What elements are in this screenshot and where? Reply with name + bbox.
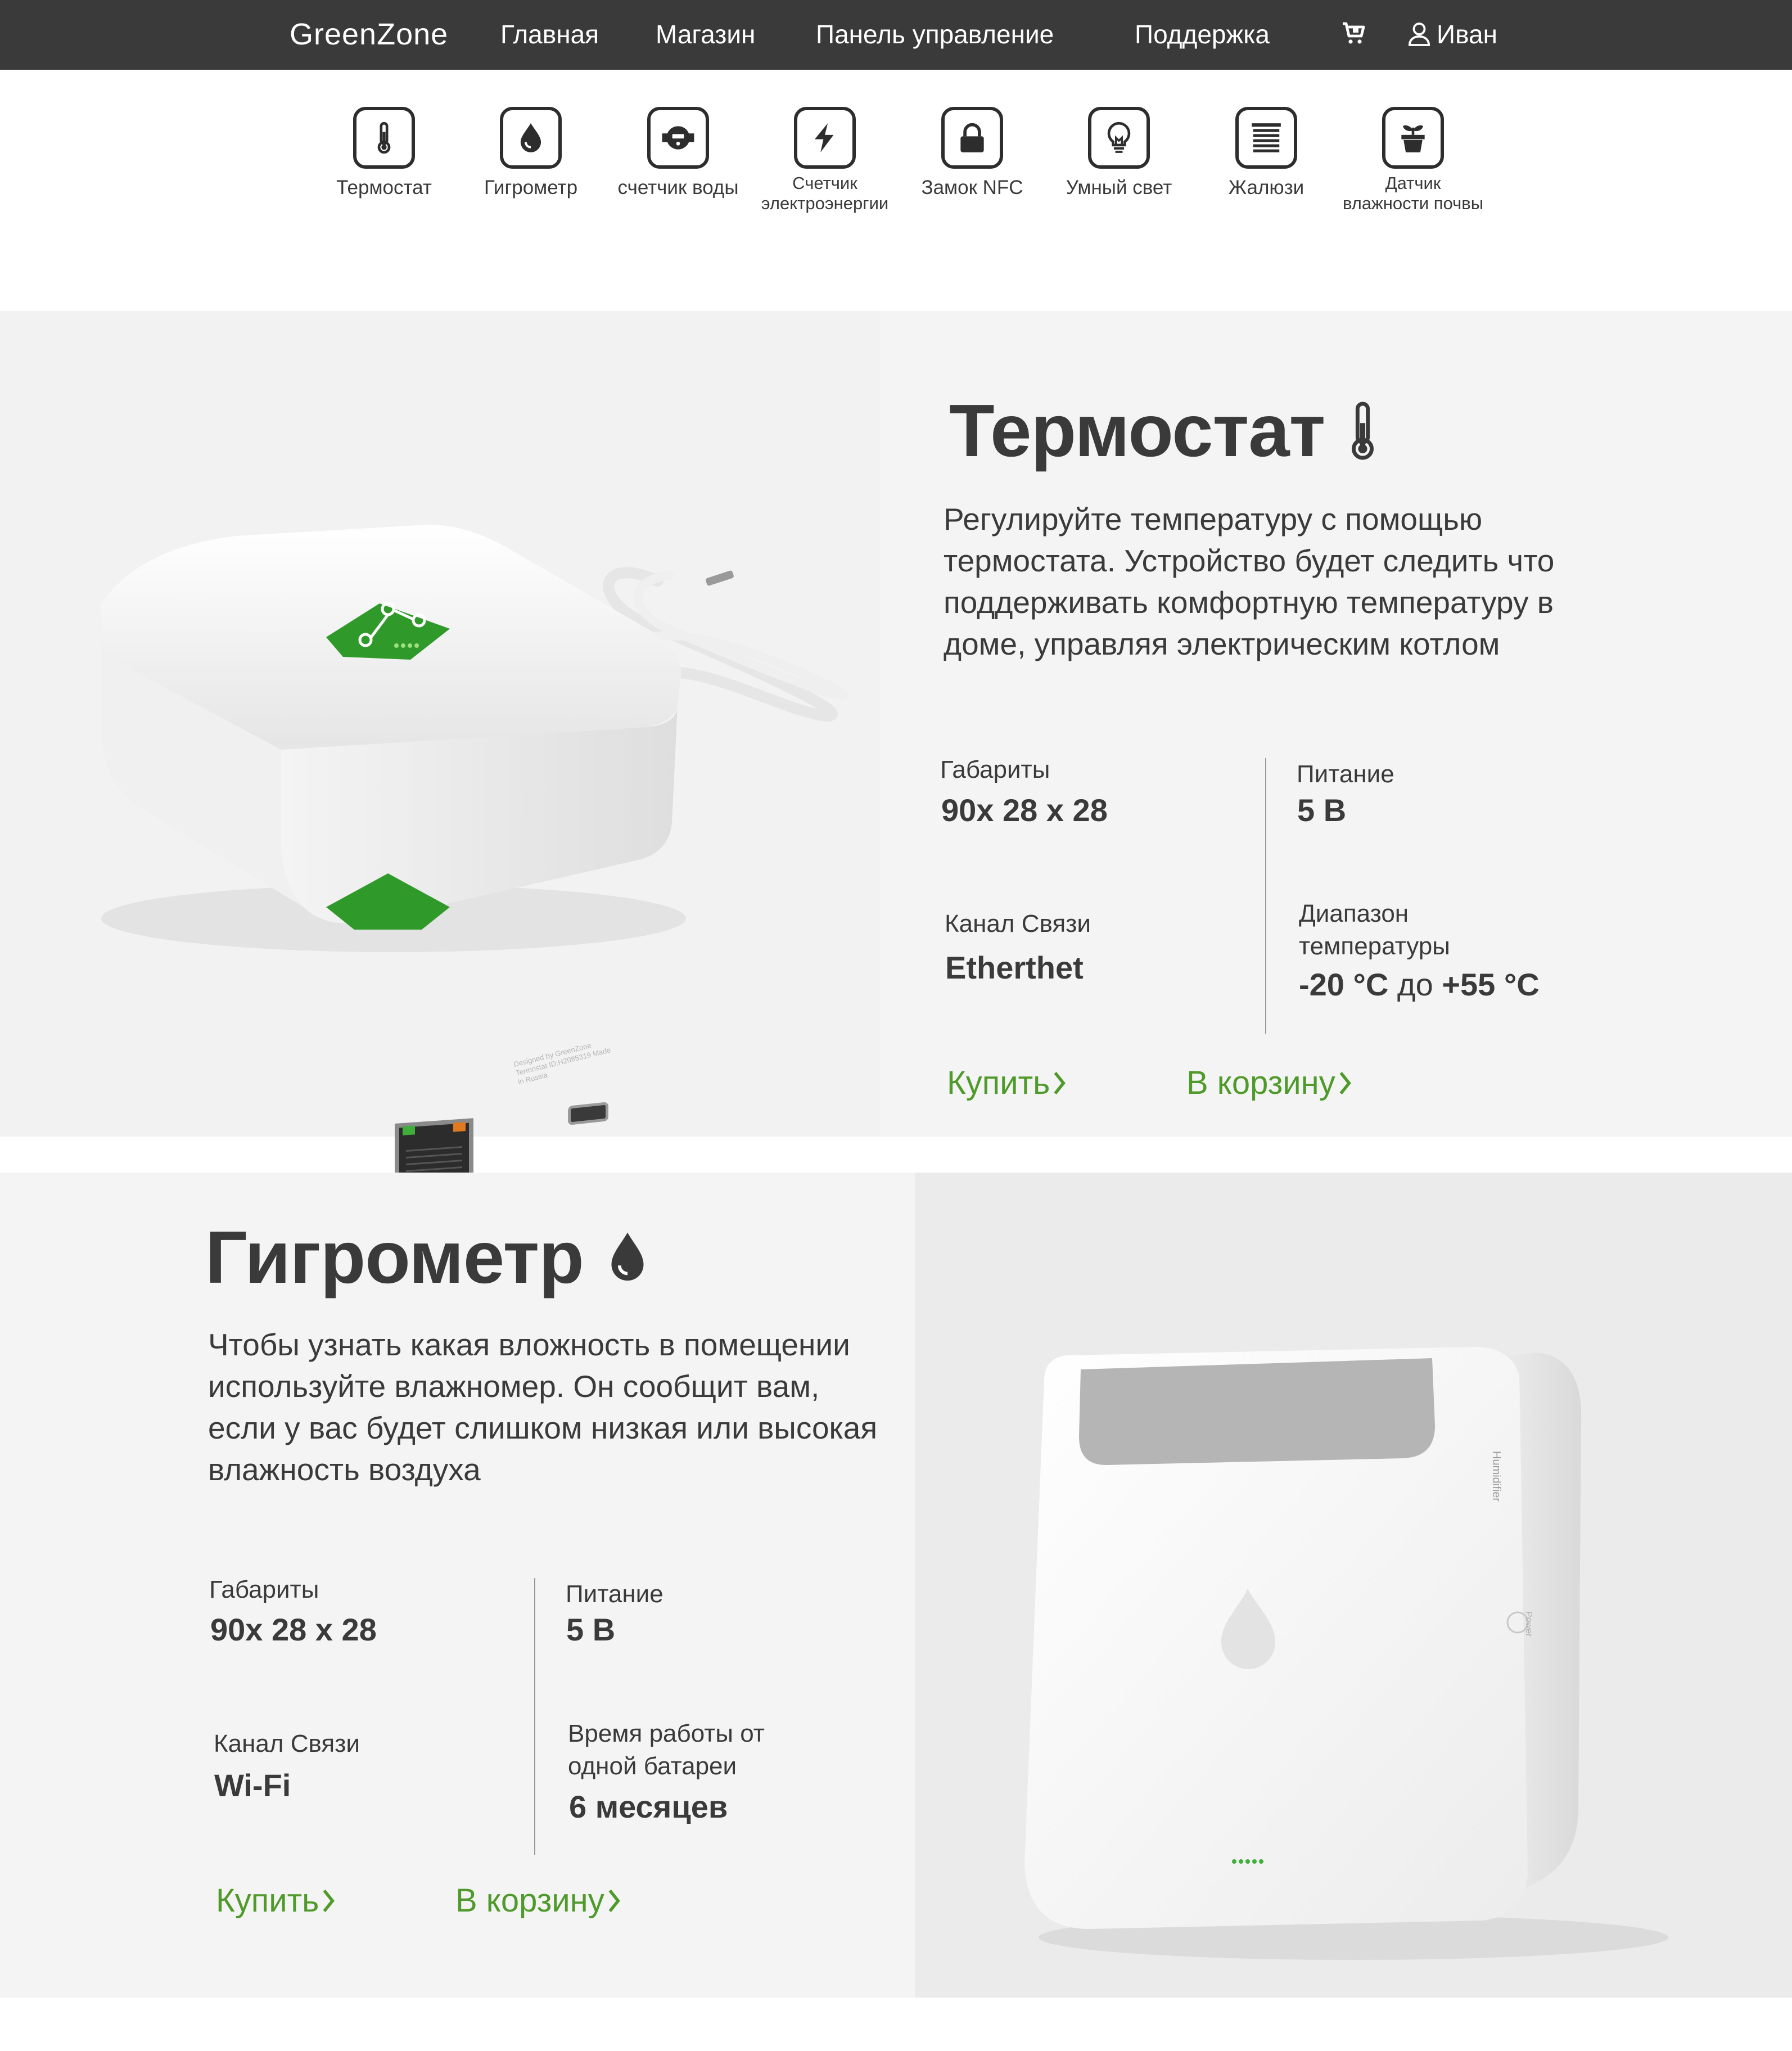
water-meter-icon (647, 107, 709, 169)
nav-link-dashboard[interactable]: Панель управление (816, 19, 1054, 49)
thermostat-device-image (0, 311, 848, 1121)
light-bulb-icon (1088, 107, 1150, 169)
thermostat-range-label: Диапазон температуры (1299, 900, 1450, 960)
nav-link-support[interactable]: Поддержка (1135, 19, 1270, 49)
hygrometer-channel-label: Канал Связи (214, 1730, 360, 1757)
water-drop-icon (500, 107, 562, 169)
category-thermostat[interactable]: Термостат (311, 107, 457, 199)
range-from: -20 °С (1299, 967, 1389, 1002)
category-electricity-meter[interactable]: Счетчик электроэнергии (752, 107, 898, 214)
thermostat-image-panel: Designed by GreenZone Termostat ID:H2085… (0, 311, 880, 1194)
user-name: Иван (1437, 20, 1497, 49)
nav-link-home[interactable]: Главная (500, 19, 599, 49)
thermostat-size-value: 90x 28 x 28 (941, 792, 1108, 828)
thermostat-range-value: -20 °С до +55 °С (1299, 966, 1540, 1003)
chevron-right-icon (1339, 1071, 1351, 1094)
category-hygrometer[interactable]: Гигрометр (458, 107, 604, 199)
hygrometer-size-label: Габариты (209, 1576, 319, 1603)
chevron-right-icon (1054, 1071, 1066, 1094)
category-label: Умный свет (1066, 177, 1172, 199)
category-label: Датчик влажности почвы (1342, 173, 1484, 213)
blinds-icon (1235, 107, 1297, 169)
category-smart-light[interactable]: Умный свет (1046, 107, 1192, 199)
range-separator: до (1388, 967, 1442, 1002)
water-drop-icon (611, 1232, 644, 1281)
thermostat-power-label: Питание (1297, 760, 1394, 788)
category-label: Термостат (336, 177, 432, 199)
category-label: Жалюзи (1228, 177, 1304, 199)
thermostat-channel-value: Etherthet (945, 950, 1084, 985)
range-to: +55 °С (1442, 967, 1540, 1002)
category-soil-sensor[interactable]: Датчик влажности почвы (1340, 107, 1486, 214)
hygrometer-title: Гигрометр (205, 1215, 649, 1300)
brand-logo[interactable]: GreenZone (290, 17, 448, 52)
top-navbar: GreenZone Главная Магазин Панель управле… (0, 0, 1792, 70)
hygrometer-image-panel: Humidifier Power (915, 1173, 1792, 1998)
thermostat-power-value: 5 В (1297, 792, 1347, 828)
thermostat-buy-button[interactable]: Купить (947, 1064, 1066, 1102)
category-water-meter[interactable]: счетчик воды (605, 107, 751, 199)
hygrometer-device-image (1024, 1347, 1668, 1960)
category-nfc-lock[interactable]: Замок NFC (899, 107, 1045, 199)
lock-icon (941, 107, 1003, 169)
hygrometer-title-text: Гигрометр (205, 1216, 584, 1299)
spec-divider (1265, 758, 1266, 1034)
hygrometer-power-label: Питание (566, 1580, 663, 1608)
device-brand-text: Humidifier (1490, 1451, 1502, 1502)
hygrometer-power-value: 5 В (566, 1612, 616, 1647)
lightning-icon (794, 107, 856, 169)
spec-divider (534, 1578, 535, 1855)
hygrometer-description: Чтобы узнать какая вложность в помещении… (208, 1327, 878, 1487)
hygrometer-channel-value: Wi-Fi (214, 1768, 291, 1803)
thermostat-size-label: Габариты (940, 756, 1050, 783)
chevron-right-icon (323, 1889, 335, 1912)
nav-link-shop[interactable]: Магазин (656, 19, 755, 49)
hygrometer-buy-button[interactable]: Купить (216, 1882, 335, 1919)
cart-icon[interactable] (1340, 20, 1367, 47)
device-power-text: Power (1524, 1611, 1533, 1637)
category-label: Замок NFC (921, 177, 1023, 199)
category-label: счетчик воды (617, 177, 739, 199)
thermostat-description: Регулируйте температуру с помощью термос… (944, 502, 1555, 661)
cart-label: В корзину (455, 1882, 604, 1919)
buy-label: Купить (947, 1065, 1050, 1101)
thermostat-add-to-cart-button[interactable]: В корзину (1186, 1064, 1351, 1102)
thermostat-title-text: Термостат (949, 389, 1325, 472)
hygrometer-battery-value: 6 месяцев (569, 1789, 728, 1824)
category-blinds[interactable]: Жалюзи (1193, 107, 1339, 199)
hygrometer-add-to-cart-button[interactable]: В корзину (455, 1882, 620, 1919)
plant-pot-icon (1382, 107, 1444, 169)
buy-label: Купить (216, 1882, 319, 1919)
user-icon (1409, 22, 1430, 46)
hygrometer-battery-label: Время работы от одной батареи (568, 1720, 765, 1780)
category-label: Счетчик электроэнергии (761, 173, 889, 213)
greenzone-logo (326, 598, 450, 660)
hygrometer-size-value: 90x 28 x 28 (210, 1612, 377, 1647)
thermostat-title: Термостат (949, 388, 1378, 473)
thermometer-icon (1352, 401, 1374, 460)
cart-label: В корзину (1186, 1065, 1335, 1101)
thermostat-channel-label: Канал Связи (945, 910, 1091, 937)
user-menu[interactable]: Иван (1409, 19, 1497, 49)
thermometer-icon (353, 107, 415, 169)
chevron-right-icon (608, 1889, 620, 1912)
category-label: Гигрометр (484, 177, 578, 199)
